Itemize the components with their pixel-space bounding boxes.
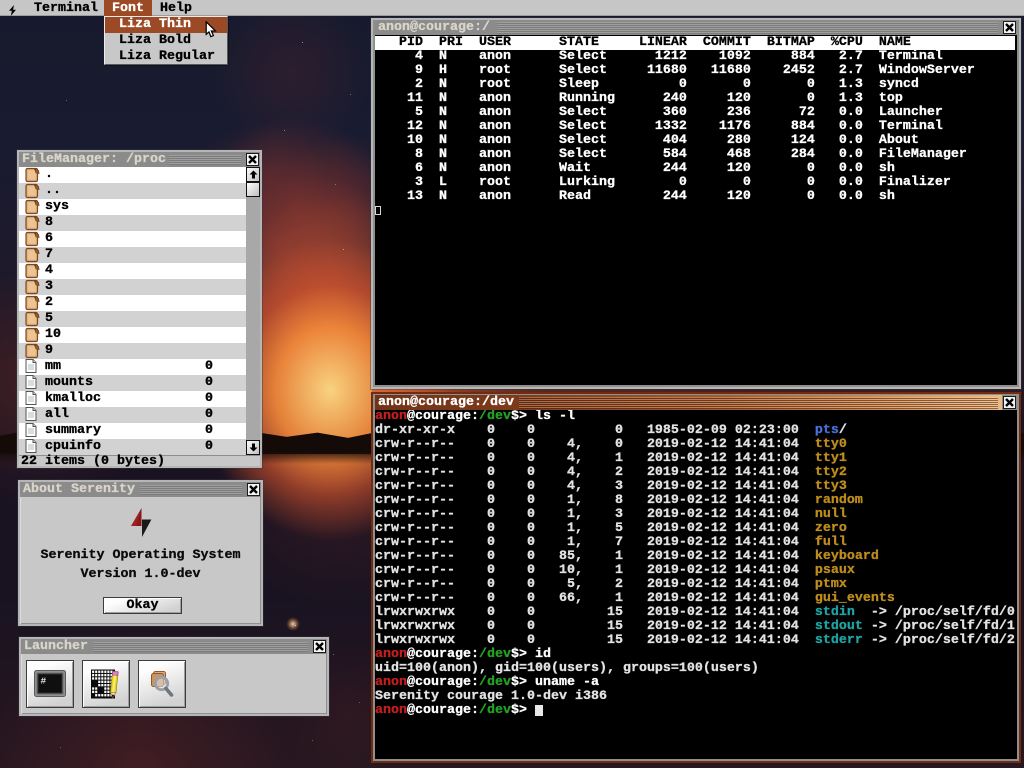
svg-text:#: # [41,676,47,687]
